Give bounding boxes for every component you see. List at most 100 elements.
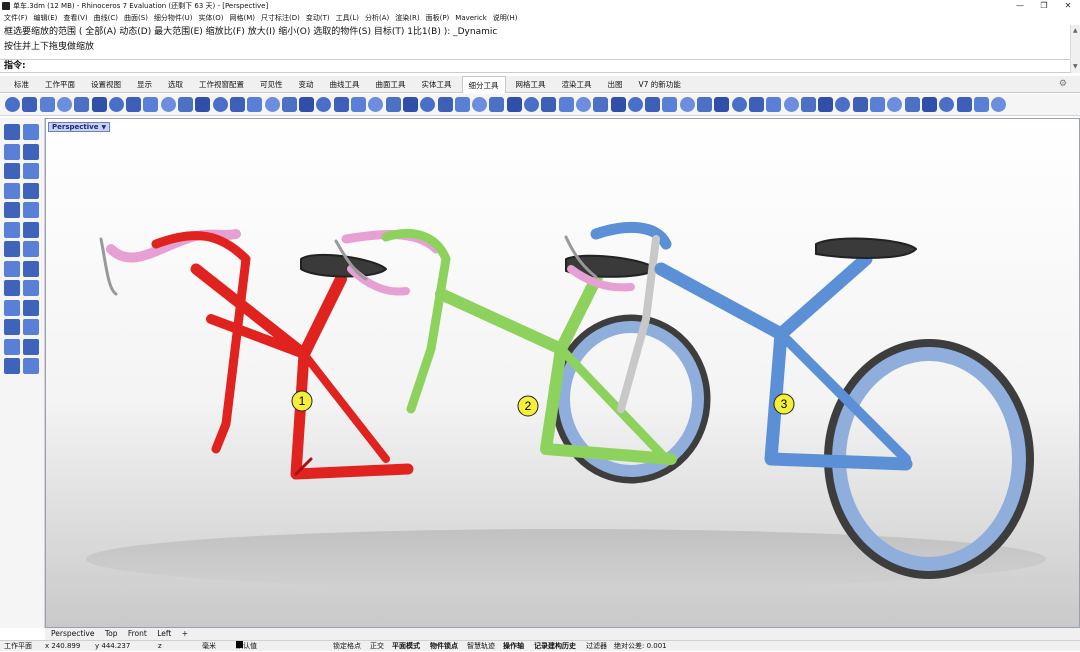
subd-tool-button-icon[interactable] (852, 97, 868, 112)
subd-tool-button-icon[interactable] (645, 97, 661, 112)
subd-tool-button-icon[interactable] (178, 97, 193, 112)
sidebar-tool-button-icon[interactable] (4, 143, 20, 160)
view-tab-front[interactable]: Front (128, 629, 147, 638)
tab-viewport-layout[interactable]: 工作视窗配置 (193, 76, 250, 92)
subd-tool-button-icon[interactable] (939, 97, 955, 112)
tab-surface-tools[interactable]: 曲面工具 (370, 76, 412, 92)
menu-dimension[interactable]: 尺寸标注(D) (261, 12, 300, 24)
subd-tool-button-icon[interactable] (524, 97, 539, 112)
subd-tool-button-icon[interactable] (39, 97, 55, 112)
sidebar-tool-button-icon[interactable] (4, 221, 20, 238)
subd-tool-button-icon[interactable] (818, 97, 834, 112)
subd-tool-button-icon[interactable] (870, 97, 885, 112)
status-cplane[interactable]: 工作平面 (4, 641, 32, 652)
minimize-button[interactable]: — (1008, 0, 1032, 12)
subd-tool-button-icon[interactable] (679, 97, 695, 112)
sidebar-tool-button-icon[interactable] (23, 299, 39, 316)
menu-file[interactable]: 文件(F) (4, 12, 28, 24)
subd-tool-button-icon[interactable] (887, 97, 903, 112)
subd-tool-button-icon[interactable] (800, 97, 816, 112)
command-scrollbar[interactable]: ▲ ▼ (1070, 25, 1080, 73)
sidebar-tool-button-icon[interactable] (4, 319, 20, 335)
sidebar-tool-button-icon[interactable] (23, 260, 39, 277)
subd-tool-button-icon[interactable] (126, 97, 142, 112)
menu-curve[interactable]: 曲线(C) (94, 12, 118, 24)
view-tab-perspective[interactable]: Perspective (51, 629, 94, 638)
view-tab-top[interactable]: Top (105, 629, 118, 638)
menu-analyze[interactable]: 分析(A) (365, 12, 389, 24)
subd-tool-button-icon[interactable] (697, 97, 712, 112)
subd-tool-button-icon[interactable] (160, 97, 176, 112)
tab-curve-tools[interactable]: 曲线工具 (324, 76, 366, 92)
subd-tool-button-icon[interactable] (610, 97, 626, 112)
subd-tool-button-icon[interactable] (420, 97, 436, 112)
view-tab-left[interactable]: Left (157, 629, 171, 638)
menu-panels[interactable]: 面板(P) (426, 12, 450, 24)
subd-tool-button-icon[interactable] (22, 97, 38, 112)
subd-tool-button-icon[interactable] (247, 97, 263, 112)
tab-cplanes[interactable]: 工作平面 (39, 76, 81, 92)
subd-tool-button-icon[interactable] (506, 97, 522, 112)
subd-tool-button-icon[interactable] (766, 97, 782, 112)
menu-subd[interactable]: 细分物件(U) (154, 12, 193, 24)
menu-help[interactable]: 说明(H) (493, 12, 518, 24)
sidebar-tool-button-icon[interactable] (23, 319, 39, 335)
gear-icon[interactable]: ⚙ (1053, 76, 1073, 93)
subd-tool-button-icon[interactable] (662, 97, 678, 112)
tab-drafting[interactable]: 出图 (602, 76, 629, 92)
scroll-up-icon[interactable]: ▲ (1073, 27, 1078, 34)
sidebar-tool-button-icon[interactable] (4, 124, 20, 140)
sidebar-tool-button-icon[interactable] (23, 241, 39, 257)
tab-visibility[interactable]: 可见性 (254, 76, 289, 92)
subd-tool-button-icon[interactable] (385, 97, 401, 112)
subd-tool-button-icon[interactable] (74, 97, 90, 112)
subd-tool-button-icon[interactable] (558, 97, 574, 112)
subd-tool-button-icon[interactable] (783, 97, 799, 112)
menu-transform[interactable]: 变动(T) (306, 12, 330, 24)
tab-solid-tools[interactable]: 实体工具 (416, 76, 458, 92)
sidebar-tool-button-icon[interactable] (4, 358, 20, 374)
sidebar-tool-button-icon[interactable] (4, 202, 20, 218)
subd-tool-button-icon[interactable] (351, 97, 366, 112)
sidebar-tool-button-icon[interactable] (4, 299, 20, 316)
menu-render[interactable]: 渲染(R) (395, 12, 419, 24)
sidebar-tool-button-icon[interactable] (4, 280, 20, 296)
sidebar-tool-button-icon[interactable] (23, 163, 39, 179)
status-filter[interactable]: 过滤器 (586, 641, 607, 652)
tab-transform[interactable]: 变动 (293, 76, 320, 92)
subd-tool-button-icon[interactable] (748, 97, 764, 112)
subd-tool-button-icon[interactable] (212, 97, 228, 112)
menu-edit[interactable]: 编辑(E) (34, 12, 58, 24)
subd-tool-button-icon[interactable] (593, 97, 609, 112)
menu-tools[interactable]: 工具(L) (336, 12, 359, 24)
sidebar-tool-button-icon[interactable] (23, 143, 39, 160)
add-view-tab-icon[interactable]: + (182, 629, 188, 638)
subd-tool-button-icon[interactable] (108, 97, 124, 112)
subd-tool-button-icon[interactable] (541, 97, 557, 112)
perspective-viewport[interactable]: Perspective ▼ 1 2 3 (45, 118, 1080, 628)
subd-tool-button-icon[interactable] (627, 97, 643, 112)
subd-tool-button-icon[interactable] (714, 97, 730, 112)
status-gumball[interactable]: 操作轴 (503, 641, 524, 652)
restore-button[interactable]: ❐ (1032, 0, 1056, 12)
sidebar-tool-button-icon[interactable] (4, 182, 20, 199)
status-smarttrack[interactable]: 智慧轨迹 (467, 641, 495, 652)
menu-maverick[interactable]: Maverick (455, 12, 487, 24)
subd-tool-button-icon[interactable] (5, 97, 20, 112)
subd-tool-button-icon[interactable] (454, 97, 470, 112)
subd-tool-button-icon[interactable] (973, 97, 989, 112)
subd-tool-button-icon[interactable] (991, 97, 1007, 112)
menu-mesh[interactable]: 网格(M) (230, 12, 256, 24)
command-prompt[interactable]: 指令: (0, 59, 1070, 73)
sidebar-tool-button-icon[interactable] (23, 358, 39, 374)
tab-display[interactable]: 显示 (131, 76, 158, 92)
subd-tool-button-icon[interactable] (402, 97, 418, 112)
status-grid-snap[interactable]: 锁定格点 (333, 641, 361, 652)
sidebar-tool-button-icon[interactable] (4, 260, 20, 277)
subd-tool-button-icon[interactable] (921, 97, 937, 112)
subd-tool-button-icon[interactable] (575, 97, 591, 112)
subd-tool-button-icon[interactable] (368, 97, 384, 112)
sidebar-tool-button-icon[interactable] (23, 202, 39, 218)
menu-solid[interactable]: 实体(O) (199, 12, 224, 24)
subd-tool-button-icon[interactable] (437, 97, 453, 112)
